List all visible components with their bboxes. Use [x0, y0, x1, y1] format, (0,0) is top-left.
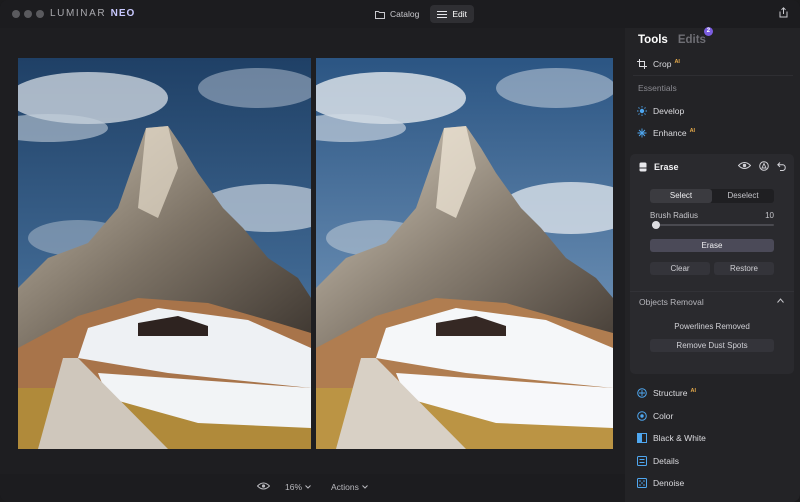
zoom-value: 16% [285, 482, 303, 492]
objects-removal-heading[interactable]: Objects Removal [639, 297, 704, 307]
tool-develop[interactable]: Develop [637, 106, 684, 116]
eye-icon [257, 482, 270, 490]
before-photo-graphic [18, 58, 311, 449]
logo-accent-text: NEO [110, 8, 136, 19]
image-canvas[interactable] [0, 28, 625, 474]
tool-details[interactable]: Details [637, 456, 679, 466]
divider [630, 291, 794, 292]
logo-text: LUMINAR [50, 8, 107, 19]
enhance-label: Enhance [653, 128, 687, 138]
sliders-icon [437, 10, 448, 18]
tool-structure[interactable]: Structure AI [637, 388, 696, 398]
panel-tabs: Tools Edits 2 [638, 27, 713, 46]
ai-badge: AI [689, 127, 696, 134]
brush-radius-value: 10 [765, 211, 774, 220]
app-logo: LUMINAR NEO [50, 8, 135, 19]
chevron-down-icon [305, 485, 311, 489]
actions-label: Actions [331, 482, 359, 492]
selection-mode-toggle: Select Deselect [650, 189, 774, 203]
edits-count-badge: 2 [703, 27, 713, 36]
develop-label: Develop [653, 106, 685, 116]
select-button[interactable]: Select [650, 189, 712, 203]
app-window: LUMINAR NEO Catalog Edit 16% Actions Too… [0, 0, 800, 502]
color-label: Color [653, 411, 674, 421]
sparkle-icon [637, 128, 647, 138]
erase-button[interactable]: Erase [650, 239, 774, 252]
ai-badge: AI [690, 387, 697, 394]
catalog-tab[interactable]: Catalog [368, 5, 426, 23]
actions-dropdown[interactable]: Actions [331, 482, 368, 492]
sun-icon [637, 106, 647, 116]
black-white-label: Black & White [653, 433, 706, 443]
brush-radius-handle[interactable] [651, 221, 660, 229]
title-bar: LUMINAR NEO Catalog Edit [0, 0, 800, 28]
erase-card-actions [738, 161, 787, 171]
tool-black-white[interactable]: Black & White [637, 433, 706, 443]
top-navigation: Catalog Edit [368, 5, 474, 23]
structure-label: Structure [653, 388, 688, 398]
tab-edits[interactable]: Edits 2 [677, 27, 713, 46]
chevron-down-icon [362, 485, 368, 489]
minimize-window-button[interactable] [24, 10, 32, 18]
after-photo-graphic [316, 58, 613, 449]
remove-dust-button[interactable]: Remove Dust Spots [650, 339, 774, 352]
tool-enhance[interactable]: Enhance AI [637, 128, 695, 138]
brush-radius-label: Brush Radius [650, 211, 699, 220]
close-window-button[interactable] [12, 10, 20, 18]
tab-edits-label: Edits [677, 34, 706, 46]
divider [633, 75, 793, 76]
brush-radius-slider[interactable] [651, 221, 774, 229]
zoom-window-button[interactable] [36, 10, 44, 18]
powerlines-status: Powerlines Removed [674, 322, 750, 331]
catalog-label: Catalog [390, 9, 420, 19]
edit-tab[interactable]: Edit [430, 5, 474, 23]
details-label: Details [653, 456, 679, 466]
structure-icon [637, 388, 647, 398]
folder-icon [375, 10, 385, 19]
tool-color[interactable]: Color [637, 411, 673, 421]
before-image[interactable] [18, 58, 311, 449]
preview-toggle[interactable] [257, 482, 270, 490]
chevron-up-icon[interactable] [777, 298, 784, 303]
ai-badge: AI [674, 58, 680, 65]
crop-label: Crop [653, 59, 672, 69]
tool-crop[interactable]: Crop AI [637, 59, 680, 69]
crop-icon [637, 59, 647, 69]
erase-tool-card: Erase Select Deselect Brush Radius 10 Er… [630, 154, 794, 374]
erase-title: Erase [654, 162, 679, 172]
eye-icon[interactable] [738, 161, 751, 170]
essentials-heading: Essentials [638, 83, 677, 93]
tool-denoise[interactable]: Denoise [637, 478, 684, 488]
black-white-icon [637, 433, 647, 443]
after-image[interactable] [316, 58, 613, 449]
clear-button[interactable]: Clear [650, 262, 710, 275]
tab-tools[interactable]: Tools [638, 34, 668, 46]
share-icon[interactable] [779, 7, 788, 18]
details-icon [637, 456, 647, 466]
edit-label: Edit [452, 9, 467, 19]
tools-panel: Tools Edits 2 Crop AI Essentials Develop… [625, 27, 800, 502]
denoise-icon [637, 478, 647, 488]
color-icon [637, 411, 647, 421]
restore-button[interactable]: Restore [714, 262, 774, 275]
erase-header[interactable]: Erase [639, 162, 679, 172]
mask-icon[interactable] [759, 161, 769, 171]
denoise-label: Denoise [653, 478, 685, 488]
bottom-toolbar: 16% Actions [0, 474, 625, 502]
deselect-button[interactable]: Deselect [712, 189, 774, 203]
eraser-icon [639, 162, 647, 172]
reset-icon[interactable] [777, 161, 787, 171]
zoom-dropdown[interactable]: 16% [285, 482, 311, 492]
